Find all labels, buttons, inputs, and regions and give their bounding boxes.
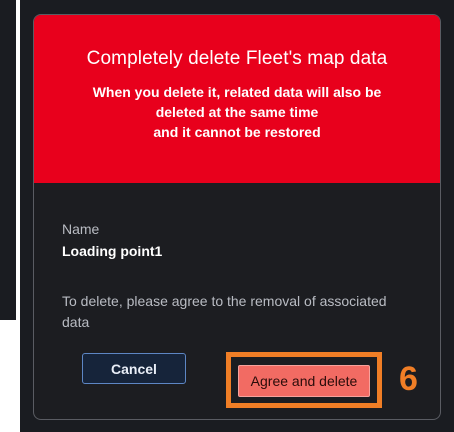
- dialog-description-line: deleted at the same time: [155, 104, 319, 120]
- step-number-label: 6: [399, 360, 418, 398]
- dialog-description-line: When you delete it, related data will al…: [92, 84, 382, 100]
- dialog-title: Completely delete Fleet's map data: [86, 48, 388, 69]
- agreement-note: To delete, please agree to the removal o…: [62, 293, 387, 330]
- dialog-description-line: and it cannot be restored: [153, 124, 321, 140]
- background-panel-left: [0, 0, 16, 320]
- name-value: Loading point1: [62, 243, 163, 259]
- dialog-header: Completely delete Fleet's map data When …: [34, 15, 440, 183]
- agree-and-delete-button[interactable]: Agree and delete: [238, 365, 370, 397]
- cancel-button[interactable]: Cancel: [82, 353, 186, 384]
- dialog-description: When you delete it, related data will al…: [64, 82, 410, 142]
- name-label: Name: [62, 221, 100, 237]
